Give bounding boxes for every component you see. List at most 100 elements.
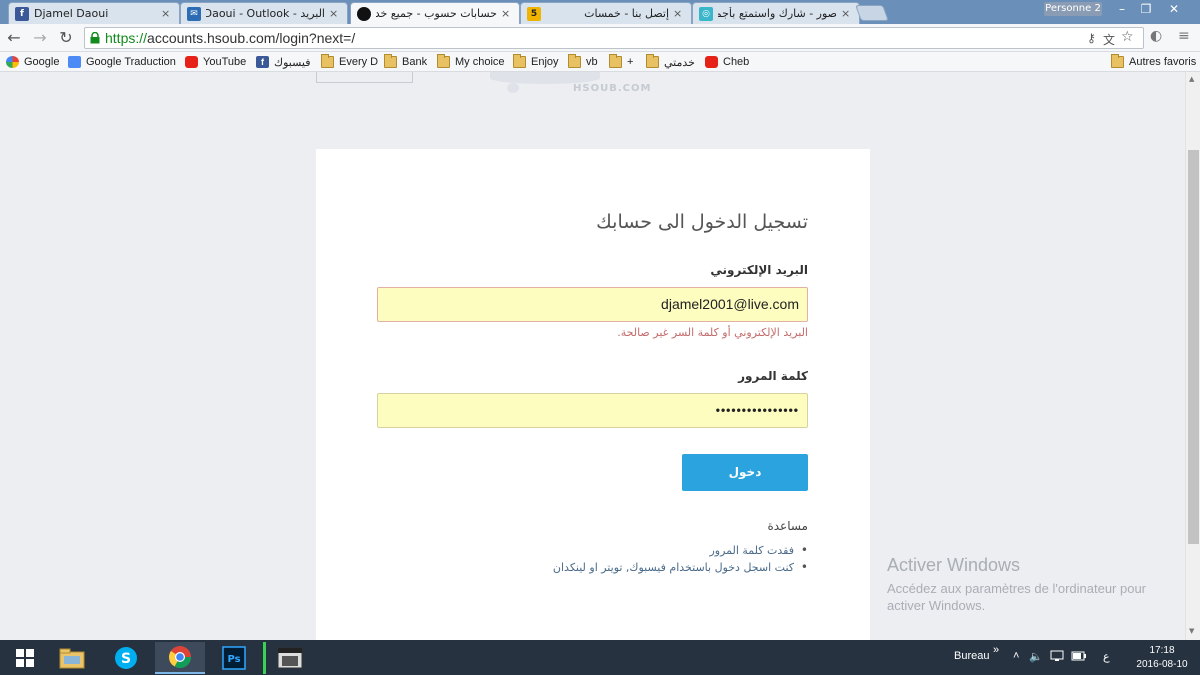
bookmark-cheb[interactable]: Cheb <box>705 54 749 70</box>
translate-icon <box>68 56 81 68</box>
profile-badge[interactable]: Personne 2 <box>1044 2 1102 16</box>
page-title: تسجيل الدخول الى حسابك <box>596 211 808 233</box>
hsoub-logo-text: HSOUB.COM <box>573 83 652 94</box>
clock-time: 17:18 <box>1149 645 1175 656</box>
star-icon[interactable]: ☆ <box>1121 29 1134 45</box>
clock[interactable]: 17:18 2016-08-10 <box>1132 644 1192 672</box>
scroll-up-icon[interactable]: ▲ <box>1189 75 1194 83</box>
video-editor-icon[interactable] <box>263 642 313 674</box>
tab-title: البريد - Djamel Daoui - Outlook <box>206 7 325 20</box>
bookmark-facebook[interactable]: f فيسبوك <box>256 54 310 70</box>
tab-title: صور - شارك واستمتع بأجمل <box>718 7 837 20</box>
forward-icon[interactable]: → <box>30 28 50 48</box>
minimize-icon[interactable]: – <box>1112 2 1132 16</box>
folder-icon <box>384 54 397 68</box>
language-indicator[interactable]: ع <box>1103 650 1110 663</box>
facebook-icon: f <box>15 6 29 21</box>
photos-icon: ◎ <box>699 6 713 21</box>
forgot-password-link[interactable]: فقدت كلمة المرور <box>553 542 808 559</box>
activate-windows-title: Activer Windows <box>887 555 1021 575</box>
volume-icon[interactable]: 🔈 <box>1029 650 1043 663</box>
mail-icon: ✉ <box>187 6 201 21</box>
tab-hsoub[interactable]: حسابات حسوب - جميع خدمات × <box>350 2 520 24</box>
address-bar[interactable]: https://accounts.hsoub.com/login?next=/ … <box>84 27 1144 49</box>
tab-photos[interactable]: ◎ صور - شارك واستمتع بأجمل × <box>692 2 860 24</box>
error-message: البريد الإلكتروني أو كلمة السر غير صالحة… <box>617 326 808 339</box>
skype-icon[interactable]: S <box>101 642 151 674</box>
folder-icon <box>513 54 526 68</box>
close-icon[interactable]: × <box>161 7 173 20</box>
battery-icon[interactable] <box>1071 650 1087 665</box>
close-icon[interactable]: × <box>501 7 513 20</box>
password-label: كلمة المرور <box>738 369 808 383</box>
folder-icon <box>609 54 622 68</box>
bookmark-folder-every-d[interactable]: Every D <box>321 54 378 70</box>
bookmark-google[interactable]: Google <box>6 54 59 70</box>
lock-icon <box>90 32 100 44</box>
youtube-icon <box>185 56 198 68</box>
google-icon <box>6 56 19 68</box>
folder-icon <box>1111 54 1124 68</box>
translate-icon[interactable]: 文 <box>1103 31 1115 48</box>
tab-title: Djamel Daoui <box>34 7 109 20</box>
tab-title: إتصل بنا - خمسات <box>584 7 669 20</box>
close-icon[interactable]: × <box>329 7 341 20</box>
file-explorer-icon[interactable] <box>47 642 97 674</box>
extension-icon[interactable]: ◐ <box>1150 28 1162 44</box>
activate-windows-body: Accédez aux paramètres de l'ordinateur p… <box>887 581 1147 613</box>
tab-title: حسابات حسوب - جميع خدمات <box>376 7 497 20</box>
youtube-icon <box>705 56 718 68</box>
svg-text:Ps: Ps <box>227 654 240 665</box>
bookmark-google-translate[interactable]: Google Traduction <box>68 54 176 70</box>
reload-icon[interactable]: ↻ <box>56 28 76 48</box>
tray-up-icon[interactable]: ˄ <box>1013 650 1019 662</box>
bookmarks-bar: Google Google Traduction YouTube f فيسبوك… <box>0 52 1200 72</box>
email-field[interactable]: djamel2001@live.com <box>377 287 808 322</box>
help-links: فقدت كلمة المرور كنت اسجل دخول باستخدام … <box>553 542 808 576</box>
windows-start-icon[interactable] <box>0 642 50 674</box>
bookmark-folder-vb[interactable]: vb <box>568 54 598 70</box>
new-tab-button[interactable] <box>855 5 889 21</box>
close-window-icon[interactable]: ✕ <box>1164 2 1184 16</box>
clock-date: 2016-08-10 <box>1136 659 1188 670</box>
tab-outlook[interactable]: ✉ البريد - Djamel Daoui - Outlook × <box>180 2 348 24</box>
help-title: مساعدة <box>767 519 808 533</box>
scrollbar-thumb[interactable] <box>1188 150 1199 544</box>
header-button-partial[interactable] <box>316 72 413 83</box>
login-card: تسجيل الدخول الى حسابك البريد الإلكتروني… <box>316 149 870 640</box>
bookmark-folder-my-choice[interactable]: My choice <box>437 54 505 70</box>
menu-icon[interactable]: ≡ <box>1178 28 1190 44</box>
password-field[interactable]: •••••••••••••••• <box>377 393 808 428</box>
facebook-icon: f <box>256 56 269 68</box>
bookmark-folder-enjoy[interactable]: Enjoy <box>513 54 559 70</box>
page-scrollbar[interactable]: ▲ ▼ <box>1185 72 1200 640</box>
login-button[interactable]: دخول <box>682 454 808 491</box>
bureau-toolbar[interactable]: Bureau <box>954 650 989 662</box>
social-login-help-link[interactable]: كنت اسجل دخول باستخدام فيسبوك, تويتر او … <box>553 559 808 576</box>
email-label: البريد الإلكتروني <box>710 263 808 277</box>
url-text[interactable]: https://accounts.hsoub.com/login?next=/ <box>105 30 355 46</box>
chevron-right-icon[interactable]: » <box>993 644 999 656</box>
bookmark-folder-bank[interactable]: Bank <box>384 54 427 70</box>
khamsat-icon: 5 <box>527 6 541 21</box>
back-icon[interactable]: ← <box>4 28 24 48</box>
chrome-icon[interactable] <box>155 642 205 674</box>
close-icon[interactable]: × <box>841 7 853 20</box>
tab-facebook[interactable]: f Djamel Daoui × <box>8 2 180 24</box>
folder-icon <box>646 54 659 68</box>
bookmark-other-favorites[interactable]: Autres favoris <box>1111 54 1196 70</box>
bookmark-youtube[interactable]: YouTube <box>185 54 246 70</box>
windows-taskbar: S Ps Bureau » ˄ 🔈 ع 17:18 2016-08-10 <box>0 640 1200 675</box>
scroll-down-icon[interactable]: ▼ <box>1189 627 1194 635</box>
browser-tab-strip: f Djamel Daoui × ✉ البريد - Djamel Daoui… <box>0 0 1200 24</box>
tab-khamsat[interactable]: 5 إتصل بنا - خمسات × <box>520 2 692 24</box>
bookmark-folder-plus[interactable]: + <box>609 54 633 70</box>
restore-icon[interactable]: ❐ <box>1136 2 1156 16</box>
bookmark-folder-khidmati[interactable]: خدمتي <box>646 54 695 70</box>
photoshop-icon[interactable]: Ps <box>209 642 259 674</box>
network-icon[interactable] <box>1050 650 1064 665</box>
hsoub-logo-dot <box>507 83 519 93</box>
key-icon[interactable]: ⚷ <box>1087 31 1096 45</box>
page-content: HSOUB.COM تسجيل الدخول الى حسابك البريد … <box>0 72 1185 640</box>
close-icon[interactable]: × <box>673 7 685 20</box>
